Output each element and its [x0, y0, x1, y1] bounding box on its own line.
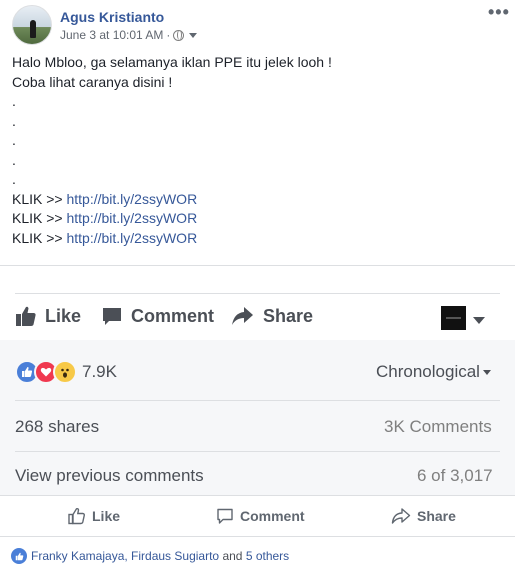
thumbs-up-icon	[68, 507, 85, 525]
comment-sort-dropdown[interactable]: Chronological	[376, 362, 491, 382]
post-timestamp[interactable]: June 3 at 10:01 AM	[60, 28, 163, 42]
bottom-like-label: Like	[92, 508, 121, 524]
post-link[interactable]: http://bit.ly/2ssyWOR	[66, 191, 197, 207]
page-selector-icon[interactable]	[441, 306, 466, 330]
like-button[interactable]: Like	[15, 305, 81, 327]
likers-others[interactable]: 5 others	[246, 549, 289, 563]
likers-connector: and	[222, 549, 243, 563]
post-line: .	[12, 151, 16, 168]
klik-prefix: KLIK >>	[12, 190, 63, 207]
post-line: Coba lihat caranya disini !	[12, 73, 173, 90]
bottom-share-button[interactable]: Share	[391, 507, 456, 525]
post-divider	[0, 265, 515, 266]
shares-count[interactable]: 268 shares	[15, 417, 99, 437]
post-body: Halo Mbloo, ga selamanya iklan PPE itu j…	[12, 53, 332, 248]
share-icon	[232, 307, 253, 325]
comments-count[interactable]: 3K Comments	[384, 417, 492, 437]
post-link[interactable]: http://bit.ly/2ssyWOR	[66, 230, 197, 246]
more-options-icon[interactable]: •••	[488, 2, 510, 23]
post-card: Agus Kristianto June 3 at 10:01 AM · •••…	[0, 0, 515, 268]
bottom-like-button[interactable]: Like	[68, 507, 120, 525]
klik-line: KLIK >> http://bit.ly/2ssyWOR	[12, 190, 332, 210]
likers-row: Franky Kamajaya, Firdaus Sugiarto and 5 …	[0, 537, 515, 575]
summary-divider	[15, 400, 500, 401]
klik-prefix: KLIK >>	[12, 210, 63, 226]
klik-line: KLIK >> http://bit.ly/2ssyWOR	[12, 229, 332, 249]
view-previous-comments-link[interactable]: View previous comments	[15, 466, 204, 486]
like-label: Like	[45, 305, 82, 326]
comment-icon	[217, 508, 233, 524]
meta-separator: ·	[166, 28, 171, 42]
bottom-comment-button[interactable]: Comment	[216, 507, 305, 525]
thumbs-up-icon	[16, 306, 36, 326]
post-line: Halo Mbloo, ga selamanya iklan PPE itu j…	[12, 54, 332, 70]
bottom-comment-label: Comment	[240, 508, 305, 524]
page-selector-caret-icon[interactable]	[473, 317, 485, 324]
chevron-down-icon	[482, 369, 491, 375]
comment-button[interactable]: Comment	[101, 305, 214, 327]
reaction-count: 7.9K	[82, 362, 117, 381]
bottom-action-bar: Like Comment Share	[0, 495, 515, 537]
share-icon	[391, 508, 411, 524]
klik-prefix: KLIK >>	[12, 229, 63, 246]
avatar[interactable]	[12, 5, 52, 45]
share-button[interactable]: Share	[231, 305, 313, 327]
post-line: .	[12, 132, 16, 148]
reactions-summary[interactable]: 7.9K	[15, 360, 117, 384]
bottom-share-label: Share	[417, 508, 456, 524]
comment-position: 6 of 3,017	[417, 466, 493, 485]
author-name[interactable]: Agus Kristianto	[60, 9, 164, 25]
liker-names[interactable]: Franky Kamajaya, Firdaus Sugiarto	[31, 549, 219, 563]
share-label: Share	[263, 305, 314, 326]
comment-label: Comment	[131, 305, 215, 326]
comment-icon	[103, 308, 121, 325]
post-meta: June 3 at 10:01 AM ·	[60, 28, 198, 42]
klik-line: KLIK >> http://bit.ly/2ssyWOR	[12, 209, 332, 229]
post-link[interactable]: http://bit.ly/2ssyWOR	[66, 210, 197, 226]
post-line: .	[12, 171, 16, 187]
sort-label: Chronological	[376, 362, 480, 381]
summary-divider	[15, 451, 500, 452]
action-bar: Like Comment Share	[0, 294, 515, 340]
like-reaction-icon	[11, 548, 27, 564]
privacy-caret-icon[interactable]	[189, 32, 198, 38]
post-line: .	[12, 93, 16, 109]
globe-icon[interactable]	[173, 29, 185, 41]
post-line: .	[12, 112, 16, 129]
wow-reaction-icon	[53, 360, 77, 384]
